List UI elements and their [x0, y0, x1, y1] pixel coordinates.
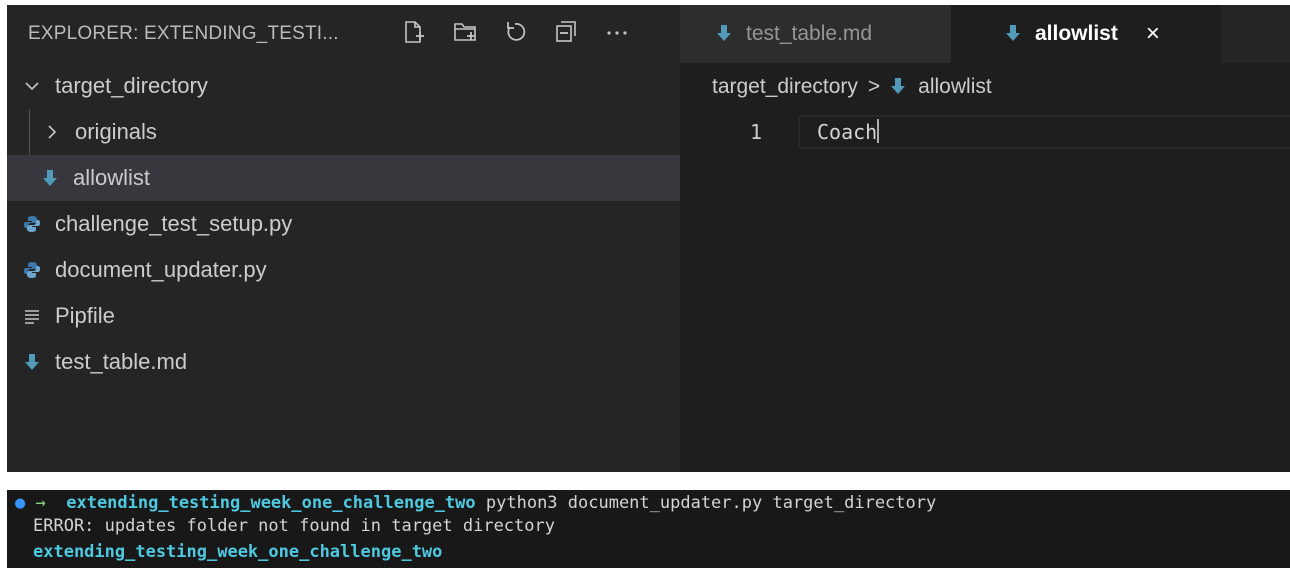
breadcrumb-file[interactable]: allowlist: [918, 75, 992, 99]
close-icon[interactable]: ×: [1146, 20, 1160, 48]
lines-icon: [21, 305, 43, 327]
markdown-arrow-icon: [1005, 24, 1023, 44]
explorer-header: EXPLORER: EXTENDING_TESTI...: [7, 5, 680, 63]
terminal-line: extending_testing_week_one_challenge_two: [33, 542, 442, 562]
tree-item-label: challenge_test_setup.py: [55, 211, 293, 236]
status-dot-icon: ●: [15, 493, 26, 513]
editor-area: test_table.md allowlist × target_directo…: [680, 5, 1290, 472]
text-cursor: [877, 119, 880, 143]
prompt-directory: extending_testing_week_one_challenge_two: [66, 493, 476, 513]
breadcrumb-separator: >: [867, 75, 881, 98]
tree-folder-target-directory[interactable]: target_directory: [7, 63, 680, 109]
prompt-arrow-icon: →: [35, 493, 46, 513]
explorer-sidebar: EXPLORER: EXTENDING_TESTI... target_dire…: [7, 5, 680, 472]
terminal-line: ERROR: updates folder not found in targe…: [33, 516, 555, 536]
tree-item-label: document_updater.py: [55, 257, 267, 282]
tree-folder-originals[interactable]: originals: [7, 109, 680, 155]
markdown-arrow-icon: [39, 167, 61, 189]
tree-item-label: originals: [75, 119, 157, 144]
tree-item-label: Pipfile: [55, 303, 115, 328]
terminal-command: python3 document_updater.py target_direc…: [485, 493, 937, 513]
breadcrumb-folder[interactable]: target_directory: [712, 75, 858, 99]
terminal-line: ● → extending_testing_week_one_challenge…: [15, 493, 936, 513]
tree-file-document-updater[interactable]: document_updater.py: [7, 247, 680, 293]
tree-item-label: allowlist: [73, 165, 151, 190]
markdown-arrow-icon: [890, 77, 908, 97]
tab-label: test_table.md: [746, 22, 873, 45]
chevron-down-icon: [21, 75, 43, 97]
new-folder-icon[interactable]: [452, 19, 478, 45]
explorer-title: EXPLORER: EXTENDING_TESTI...: [28, 23, 339, 44]
tab-bar: test_table.md allowlist ×: [680, 5, 1290, 63]
tab-test-table[interactable]: test_table.md: [680, 5, 951, 63]
tree-file-pipfile[interactable]: Pipfile: [7, 293, 680, 339]
new-file-icon[interactable]: [401, 19, 427, 45]
more-actions-icon[interactable]: [604, 19, 630, 45]
python-icon: [21, 213, 43, 235]
tree-item-label: test_table.md: [55, 349, 188, 374]
prompt-directory: extending_testing_week_one_challenge_two: [33, 542, 443, 562]
markdown-arrow-icon: [716, 24, 734, 44]
breadcrumb: target_directory > allowlist: [712, 75, 992, 99]
tree-file-allowlist[interactable]: allowlist: [7, 155, 680, 201]
terminal-error: ERROR: updates folder not found in targe…: [33, 516, 555, 536]
code-line[interactable]: Coach: [817, 119, 880, 144]
chevron-right-icon: [41, 121, 63, 143]
terminal-panel[interactable]: ● → extending_testing_week_one_challenge…: [7, 490, 1290, 568]
tab-allowlist[interactable]: allowlist ×: [951, 5, 1221, 63]
markdown-arrow-icon: [21, 351, 43, 373]
collapse-all-icon[interactable]: [553, 19, 579, 45]
tree-file-challenge-test-setup[interactable]: challenge_test_setup.py: [7, 201, 680, 247]
tree-file-test-table[interactable]: test_table.md: [7, 339, 680, 385]
vscode-window: EXPLORER: EXTENDING_TESTI... target_dire…: [7, 5, 1290, 472]
tree-item-label: target_directory: [55, 73, 208, 98]
refresh-icon[interactable]: [503, 19, 529, 45]
code-text: Coach: [817, 120, 878, 144]
line-number: 1: [750, 120, 763, 144]
tab-label: allowlist: [1035, 22, 1118, 45]
python-icon: [21, 259, 43, 281]
